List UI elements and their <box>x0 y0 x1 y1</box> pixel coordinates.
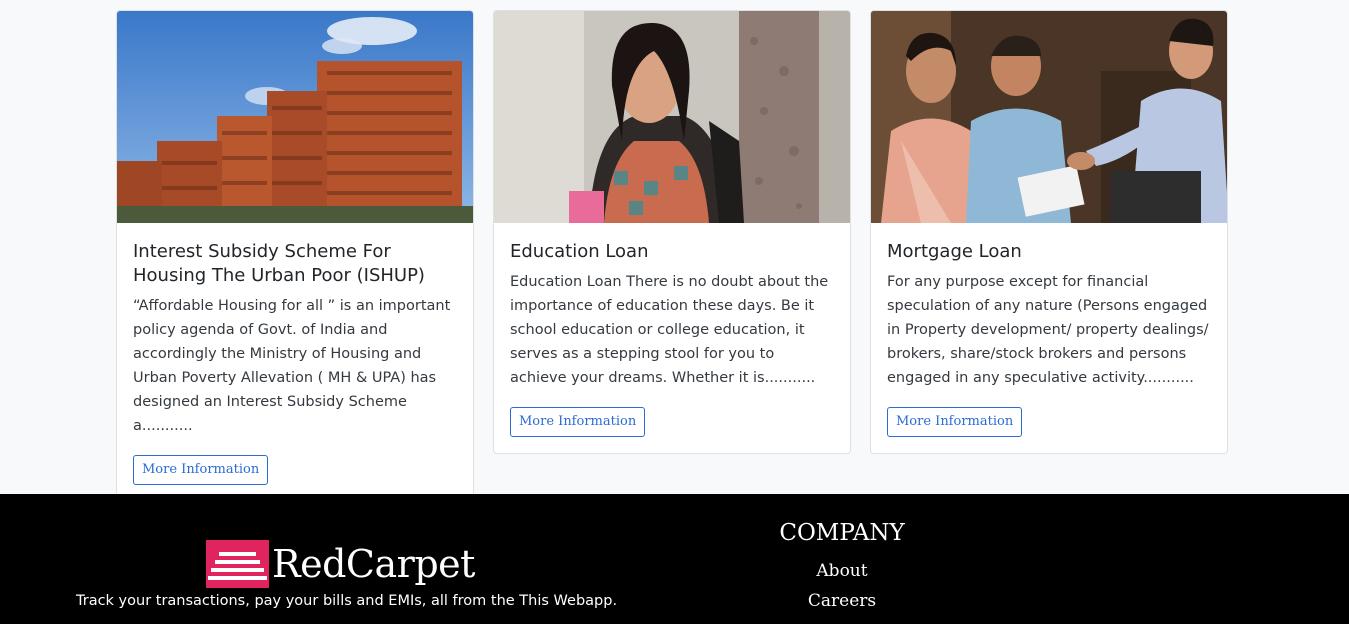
card-text: For any purpose except for financial spe… <box>887 274 1209 386</box>
card-text: Education Loan There is no doubt about t… <box>510 274 829 386</box>
card-education-loan: Education Loan Education Loan There is n… <box>493 10 851 454</box>
apartment-buildings-image <box>117 11 473 223</box>
card-mortgage-loan: Mortgage Loan For any purpose except for… <box>870 10 1228 454</box>
card-text: “Affordable Housing for all ” is an impo… <box>133 298 451 434</box>
red-carpet-logo-icon <box>206 540 269 588</box>
company-heading: COMPANY <box>779 520 905 546</box>
card-body: Interest Subsidy Scheme For Housing The … <box>117 223 473 501</box>
more-information-button[interactable]: More Information <box>510 407 646 437</box>
more-information-button[interactable]: More Information <box>887 407 1023 437</box>
card-title: Education Loan <box>510 241 649 262</box>
footer-tagline: Track your transactions, pay your bills … <box>76 593 618 609</box>
card-body: Education Loan Education Loan There is n… <box>494 223 850 453</box>
more-information-button[interactable]: More Information <box>133 455 269 485</box>
handshake-image <box>871 11 1227 223</box>
careers-link[interactable]: Careers <box>742 586 942 616</box>
brand-name: RedCarpet <box>272 542 475 586</box>
card-ishup: Interest Subsidy Scheme For Housing The … <box>116 10 474 502</box>
brand-logo[interactable]: RedCarpet <box>206 540 475 588</box>
card-title: Mortgage Loan <box>887 241 1022 262</box>
company-section: COMPANY About Careers <box>742 520 942 616</box>
about-link[interactable]: About <box>742 556 942 586</box>
footer: RedCarpet Track your transactions, pay y… <box>0 494 1349 624</box>
card-title: Interest Subsidy Scheme For Housing The … <box>133 241 425 286</box>
card-body: Mortgage Loan For any purpose except for… <box>871 223 1227 453</box>
student-image <box>494 11 850 223</box>
